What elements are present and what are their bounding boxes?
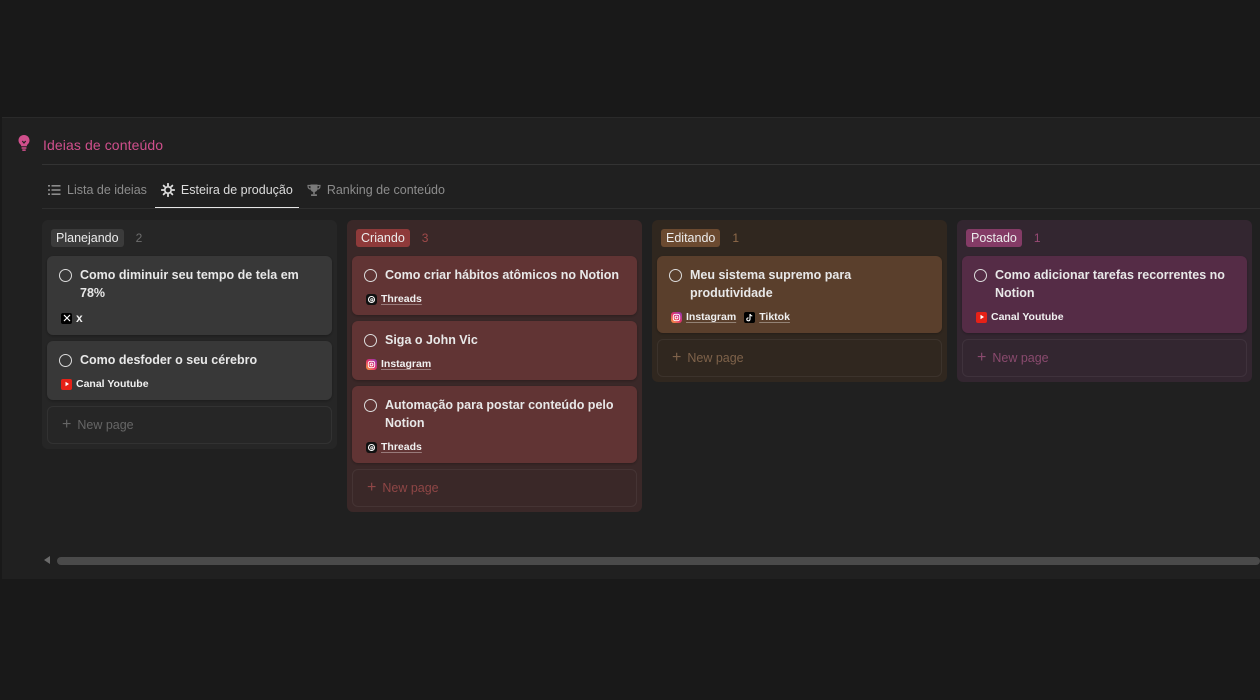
- column-count: 2: [135, 231, 143, 245]
- plus-icon: +: [977, 349, 987, 366]
- column-header[interactable]: Criando 3: [352, 226, 637, 250]
- database-title-row[interactable]: Ideias de conteúdo: [16, 133, 163, 157]
- title-divider: [42, 164, 1260, 165]
- view-tabs: Lista de ideias Esteira de produção Rank…: [48, 177, 453, 209]
- lightbulb-icon: [16, 134, 32, 157]
- scroll-left-arrow-icon[interactable]: [44, 556, 50, 564]
- list-icon: [48, 184, 61, 196]
- channel-label: Tiktok: [759, 311, 790, 323]
- channel-tag: x: [61, 311, 83, 325]
- column-count: 1: [1033, 231, 1041, 245]
- channel-tag: Threads: [366, 441, 422, 453]
- channel-label: Threads: [381, 293, 422, 305]
- new-page-button[interactable]: + New page: [47, 406, 332, 444]
- x-icon: [61, 312, 72, 324]
- tab-ranking-de-conteudo[interactable]: Ranking de conteúdo: [301, 177, 451, 203]
- status-circle-icon: [59, 354, 72, 367]
- card-title: Como desfoder o seu cérebro: [80, 353, 258, 367]
- plus-icon: +: [62, 416, 72, 433]
- horizontal-scrollbar[interactable]: [57, 557, 1260, 565]
- tab-label: Esteira de produção: [180, 183, 293, 197]
- tiktok-icon: [744, 311, 756, 323]
- new-page-button[interactable]: + New page: [352, 469, 637, 507]
- tab-esteira-de-producao[interactable]: Esteira de produção: [154, 177, 299, 209]
- new-page-label: New page: [382, 481, 439, 495]
- instagram-icon: [671, 311, 682, 323]
- tab-label: Lista de ideias: [67, 183, 147, 197]
- new-page-label: New page: [687, 351, 744, 365]
- tab-lista-de-ideias[interactable]: Lista de ideias: [48, 177, 153, 203]
- board-card[interactable]: Siga o John Vic Instagram: [352, 321, 637, 380]
- card-title: Como diminuir seu tempo de tela em 78%: [80, 268, 299, 300]
- board-card[interactable]: Como adicionar tarefas recorrentes no No…: [962, 256, 1247, 333]
- board-card[interactable]: Como criar hábitos atômicos no Notion Th…: [352, 256, 637, 315]
- card-title: Como adicionar tarefas recorrentes no No…: [995, 268, 1225, 300]
- card-title: Meu sistema supremo para produtividade: [690, 268, 852, 300]
- column-editando: Editando 1 Meu sistema supremo para prod…: [652, 220, 947, 382]
- board-card[interactable]: Como desfoder o seu cérebro Canal Youtub…: [47, 341, 332, 400]
- column-planejando: Planejando 2 Como diminuir seu tempo de …: [42, 220, 337, 449]
- channel-label: Instagram: [381, 358, 432, 370]
- board-card[interactable]: Meu sistema supremo para produtividade I…: [657, 256, 942, 333]
- instagram-icon: [366, 358, 377, 370]
- status-circle-icon: [364, 399, 377, 412]
- page-title[interactable]: Ideias de conteúdo: [43, 137, 163, 153]
- status-circle-icon: [669, 269, 682, 282]
- channel-tag: Tiktok: [744, 311, 790, 323]
- channel-label: Instagram: [686, 311, 737, 323]
- status-badge: Editando: [661, 229, 721, 247]
- channel-label: Threads: [381, 441, 422, 453]
- channel-label: Canal Youtube: [76, 378, 149, 390]
- status-circle-icon: [59, 269, 72, 282]
- new-page-label: New page: [77, 418, 134, 432]
- column-count: 3: [421, 231, 429, 245]
- card-title: Siga o John Vic: [385, 333, 478, 347]
- tabs-divider: [42, 208, 1260, 209]
- column-header[interactable]: Postado 1: [962, 226, 1247, 250]
- trophy-icon: [307, 184, 321, 197]
- column-postado: Postado 1 Como adicionar tarefas recorre…: [957, 220, 1252, 382]
- column-count: 1: [732, 231, 740, 245]
- status-circle-icon: [974, 269, 987, 282]
- status-badge: Planejando: [51, 229, 124, 247]
- threads-icon: [366, 293, 377, 305]
- column-header[interactable]: Editando 1: [657, 226, 942, 250]
- threads-icon: [366, 441, 377, 453]
- channel-tag: Instagram: [366, 358, 431, 370]
- new-page-label: New page: [992, 351, 1049, 365]
- channel-label: x: [76, 311, 83, 325]
- board-card[interactable]: Como diminuir seu tempo de tela em 78% x: [47, 256, 332, 335]
- channel-tag: Canal Youtube: [976, 311, 1064, 323]
- status-badge: Postado: [966, 229, 1022, 247]
- channel-tag: Threads: [366, 293, 422, 305]
- card-title: Automação para postar conteúdo pelo Noti…: [385, 398, 614, 430]
- plus-icon: +: [367, 479, 377, 496]
- tab-label: Ranking de conteúdo: [326, 183, 445, 197]
- new-page-button[interactable]: + New page: [962, 339, 1247, 377]
- channel-tag: Canal Youtube: [61, 378, 149, 390]
- status-badge: Criando: [356, 229, 410, 247]
- channel-label: Canal Youtube: [991, 311, 1064, 323]
- youtube-icon: [976, 311, 987, 323]
- channel-tag: Instagram: [671, 311, 736, 323]
- gear-icon: [160, 183, 175, 197]
- column-header[interactable]: Planejando 2: [47, 226, 332, 250]
- status-circle-icon: [364, 334, 377, 347]
- status-circle-icon: [364, 269, 377, 282]
- column-criando: Criando 3 Como criar hábitos atômicos no…: [347, 220, 642, 512]
- card-title: Como criar hábitos atômicos no Notion: [385, 268, 620, 282]
- board-card[interactable]: Automação para postar conteúdo pelo Noti…: [352, 386, 637, 463]
- youtube-icon: [61, 378, 72, 390]
- new-page-button[interactable]: + New page: [657, 339, 942, 377]
- plus-icon: +: [672, 349, 682, 366]
